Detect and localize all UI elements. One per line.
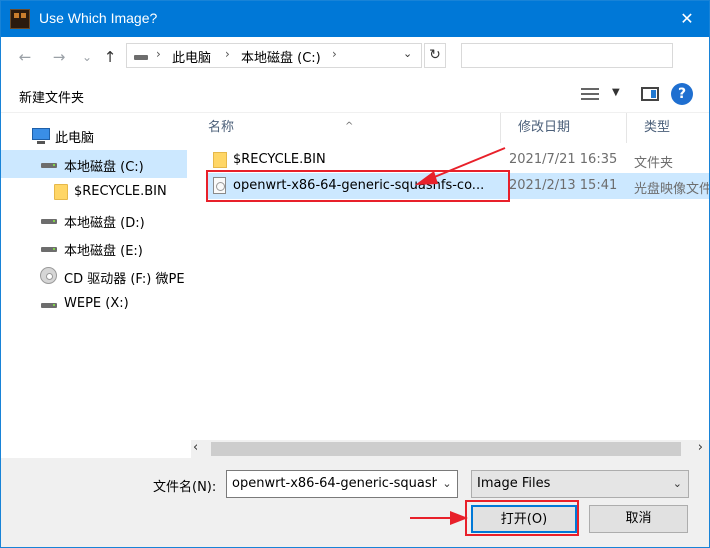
sidebar-item-local-disk-d[interactable]: 本地磁盘 (D:) (1, 206, 187, 234)
filename-value: openwrt-x86-64-generic-squashfs (232, 476, 452, 491)
file-type: 文件夹 (634, 156, 674, 171)
file-type-select[interactable]: Image Files ⌄ (471, 470, 689, 498)
sidebar-item-wepe-x[interactable]: WEPE (X:) (1, 290, 187, 318)
scrollbar-thumb[interactable] (211, 442, 681, 456)
new-folder-button[interactable]: 新建文件夹 (19, 87, 84, 106)
disc-image-file-icon (213, 177, 226, 194)
breadcrumb-this-pc[interactable]: 此电脑 (172, 47, 211, 66)
sidebar-item-label: 此电脑 (55, 131, 95, 146)
sidebar-item-recycle-bin[interactable]: $RECYCLE.BIN (1, 178, 187, 206)
sidebar-item-this-pc[interactable]: 此电脑 (1, 121, 187, 149)
chevron-down-icon: ⌄ (672, 477, 682, 490)
column-header-date-modified[interactable]: 修改日期 (501, 113, 627, 143)
file-name: $RECYCLE.BIN (233, 152, 326, 167)
window-title: Use Which Image? (39, 10, 158, 26)
help-icon[interactable]: ? (671, 83, 693, 105)
sort-ascending-icon: ^ (345, 121, 354, 132)
search-input[interactable] (461, 43, 673, 68)
up-arrow-icon[interactable]: ↑ (100, 47, 120, 67)
breadcrumb-local-disk-c[interactable]: 本地磁盘 (C:) (241, 47, 321, 66)
file-type-value: Image Files (477, 476, 551, 491)
sidebar-item-label: 本地磁盘 (E:) (64, 244, 143, 259)
navigation-pane: 此电脑 本地磁盘 (C:) $RECYCLE.BIN 本地磁盘 (D:) 本地磁… (1, 113, 187, 458)
scroll-left-icon[interactable]: ‹ (193, 440, 198, 455)
cd-drive-icon (40, 267, 57, 284)
drive-icon (134, 55, 148, 60)
column-header-name[interactable]: 名称 ^ (191, 113, 501, 143)
horizontal-scrollbar[interactable]: ‹ › (191, 440, 709, 458)
file-open-dialog: Use Which Image? ✕ ← → ⌄ ↑ › 此电脑 › 本地磁盘 … (0, 0, 710, 548)
filename-input[interactable]: openwrt-x86-64-generic-squashfs ⌄ (226, 470, 458, 498)
view-dropdown-icon[interactable]: ▼ (612, 87, 620, 98)
sidebar-item-label: 本地磁盘 (C:) (64, 160, 144, 175)
drive-icon (41, 303, 57, 308)
filename-label: 文件名(N): (153, 480, 217, 495)
file-date: 2021/2/13 15:41 (509, 178, 618, 193)
navigation-bar: ← → ⌄ ↑ › 此电脑 › 本地磁盘 (C:) › ⌄ ↻ (1, 37, 709, 77)
folder-icon (213, 152, 227, 168)
drive-icon (41, 219, 57, 224)
file-row-openwrt-image[interactable]: openwrt-x86-64-generic-squashfs-co... 20… (207, 173, 709, 199)
cancel-button[interactable]: 取消 (589, 505, 688, 533)
address-bar[interactable]: › 此电脑 › 本地磁盘 (C:) › ⌄ (126, 43, 422, 68)
sidebar-item-label: $RECYCLE.BIN (74, 184, 167, 199)
drive-icon (41, 163, 57, 168)
address-dropdown-icon[interactable]: ⌄ (403, 47, 412, 60)
breadcrumb-separator: › (332, 47, 337, 61)
file-date: 2021/7/21 16:35 (509, 152, 618, 167)
column-header-type[interactable]: 类型 (627, 113, 709, 143)
column-header-label: 名称 (208, 120, 235, 135)
folder-icon (54, 184, 68, 200)
file-type: 光盘映像文件 (634, 182, 709, 197)
forward-arrow-icon[interactable]: → (49, 47, 69, 67)
file-row-recycle-bin[interactable]: $RECYCLE.BIN 2021/7/21 16:35 文件夹 (207, 147, 709, 173)
back-arrow-icon[interactable]: ← (15, 47, 35, 67)
file-name: openwrt-x86-64-generic-squashfs-co... (233, 178, 485, 193)
recent-locations-icon[interactable]: ⌄ (77, 47, 97, 67)
scroll-right-icon[interactable]: › (698, 440, 703, 455)
title-bar: Use Which Image? ✕ (1, 1, 709, 37)
sidebar-item-label: CD 驱动器 (F:) 微PE (64, 272, 185, 287)
sidebar-item-local-disk-e[interactable]: 本地磁盘 (E:) (1, 234, 187, 262)
filename-dropdown-icon[interactable]: ⌄ (437, 471, 457, 497)
close-button[interactable]: ✕ (665, 1, 709, 37)
app-icon (10, 9, 30, 29)
preview-pane-icon[interactable] (641, 87, 659, 101)
command-bar: 新建文件夹 ▼ ? (1, 77, 709, 113)
sidebar-item-label: 本地磁盘 (D:) (64, 216, 145, 231)
open-button[interactable]: 打开(O) (471, 505, 577, 533)
file-list: 名称 ^ 修改日期 类型 $RECYCLE.BIN 2021/7/21 16:3… (191, 113, 709, 458)
view-options-icon[interactable] (581, 87, 599, 101)
refresh-icon[interactable]: ↻ (424, 43, 446, 68)
sidebar-item-cd-drive-f[interactable]: CD 驱动器 (F:) 微PE (1, 262, 187, 290)
computer-icon (32, 128, 50, 144)
drive-icon (41, 247, 57, 252)
breadcrumb-separator: › (225, 47, 230, 61)
sidebar-item-local-disk-c[interactable]: 本地磁盘 (C:) (1, 150, 187, 178)
sidebar-item-label: WEPE (X:) (64, 296, 129, 311)
breadcrumb-separator: › (156, 47, 161, 61)
